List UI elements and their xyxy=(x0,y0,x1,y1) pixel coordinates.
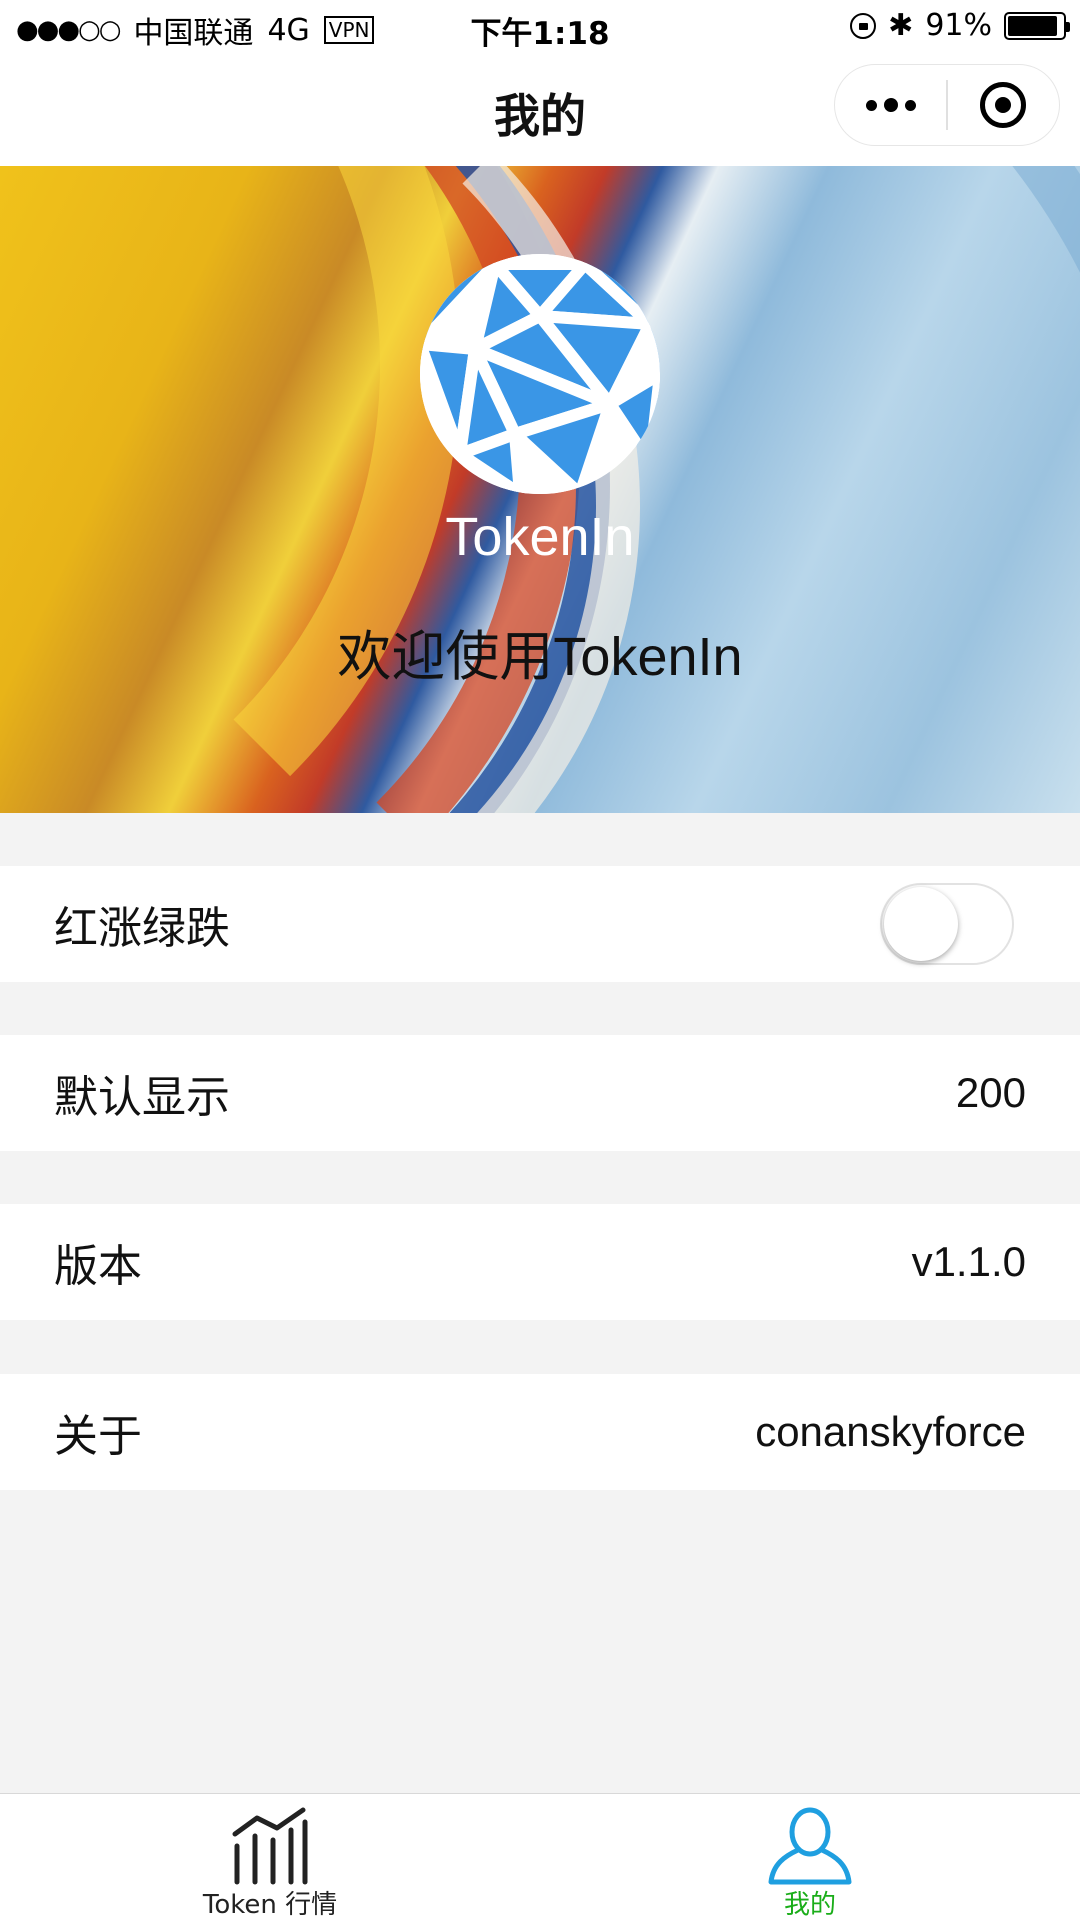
setting-value: conanskyforce xyxy=(755,1408,1026,1455)
more-dots-icon[interactable] xyxy=(835,65,946,145)
tab-mine[interactable]: 我的 xyxy=(540,1794,1080,1920)
tab-market[interactable]: Token 行情 xyxy=(0,1794,540,1920)
user-icon xyxy=(768,1807,852,1885)
setting-label: 默认显示 xyxy=(54,1072,230,1123)
welcome-text: 欢迎使用TokenIn xyxy=(337,627,743,687)
setting-row-about[interactable]: 关于 conanskyforce xyxy=(0,1374,1080,1490)
bluetooth-icon: ✱ xyxy=(888,8,914,43)
setting-label: 关于 xyxy=(54,1411,142,1462)
color-mode-switch[interactable] xyxy=(880,883,1014,965)
header-banner: TokenIn 欢迎使用TokenIn xyxy=(0,166,1080,813)
screen: ●●●○○ 中国联通 4G VPN 下午1:18 ✱ 91% 我的 TokenI… xyxy=(0,0,1080,1920)
battery-percent: 91% xyxy=(925,8,992,43)
setting-row-color-mode: 红涨绿跌 xyxy=(0,866,1080,982)
setting-label: 版本 xyxy=(54,1241,142,1292)
brand-name: TokenIn xyxy=(445,507,635,567)
tokenin-logo-icon xyxy=(420,254,660,494)
setting-value: v1.1.0 xyxy=(911,1238,1026,1285)
setting-row-version[interactable]: 版本 v1.1.0 xyxy=(0,1204,1080,1320)
tab-label: Token 行情 xyxy=(202,1890,338,1920)
switch-knob xyxy=(884,887,958,961)
battery-icon xyxy=(1004,11,1070,40)
status-right: ✱ 91% xyxy=(850,8,1070,43)
miniprogram-capsule xyxy=(834,64,1060,146)
tab-bar: Token 行情 我的 xyxy=(0,1793,1080,1920)
setting-row-default-display[interactable]: 默认显示 200 xyxy=(0,1035,1080,1151)
setting-label: 红涨绿跌 xyxy=(54,903,230,954)
nav-bar: 我的 xyxy=(0,54,1080,166)
status-bar: ●●●○○ 中国联通 4G VPN 下午1:18 ✱ 91% xyxy=(0,0,1080,54)
chart-icon xyxy=(232,1807,308,1885)
setting-value: 200 xyxy=(955,1069,1026,1116)
close-target-icon[interactable] xyxy=(948,65,1059,145)
rotation-lock-icon xyxy=(850,12,877,39)
battery-level xyxy=(1008,15,1058,36)
tab-label: 我的 xyxy=(783,1890,836,1920)
